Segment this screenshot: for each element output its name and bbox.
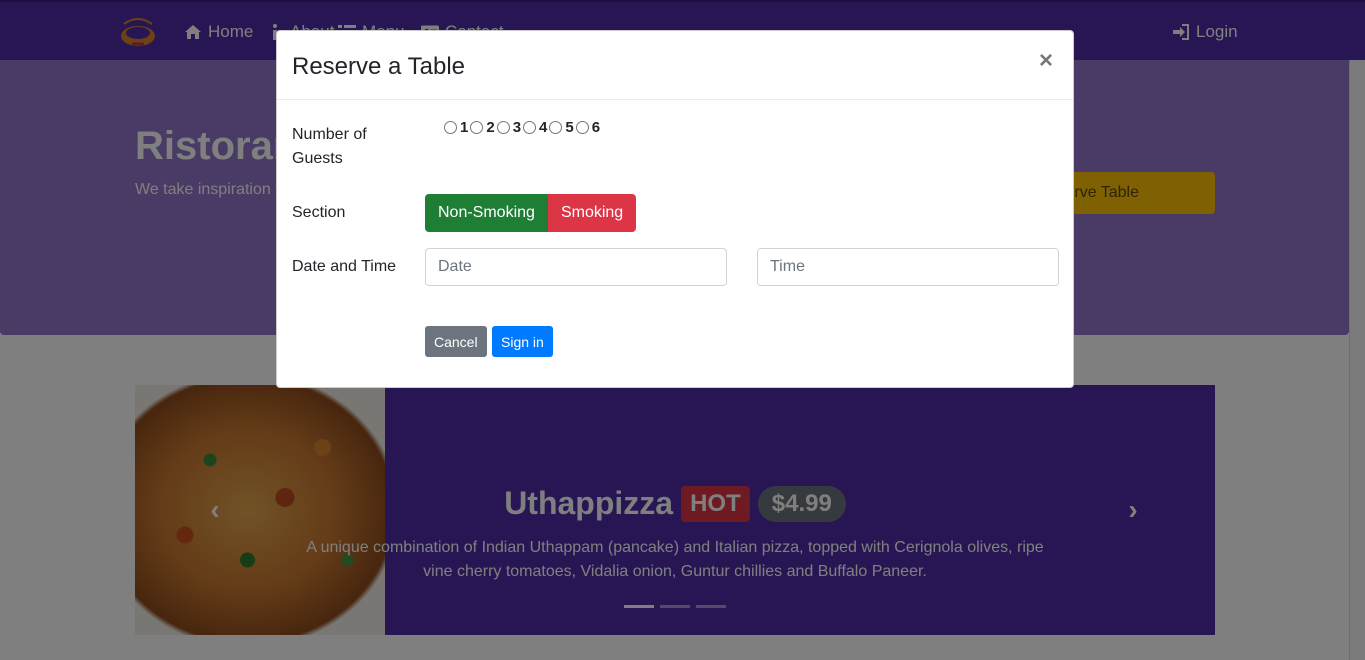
guest-option[interactable]: 4 — [523, 119, 547, 136]
radio-button[interactable] — [575, 121, 589, 134]
guest-option-label: 3 — [512, 119, 522, 136]
radio-button[interactable] — [523, 121, 537, 134]
modal-header: Reserve a Table × — [277, 31, 1073, 100]
guest-option-label: 2 — [486, 119, 495, 136]
radio-button[interactable] — [496, 121, 510, 134]
date-input[interactable] — [425, 248, 727, 286]
radio-button[interactable] — [549, 121, 563, 134]
guest-option[interactable]: 3 — [496, 119, 522, 136]
section-toggle-group: Non-Smoking Smoking — [425, 194, 637, 232]
guest-option-label: 6 — [591, 119, 601, 136]
guest-option-label: 1 — [460, 119, 469, 136]
date-time-label: Date and Time — [292, 258, 397, 275]
sign-in-button[interactable]: Sign in — [492, 326, 553, 357]
non-smoking-button[interactable]: Non-Smoking — [425, 194, 548, 232]
guest-option[interactable]: 5 — [549, 119, 574, 136]
guest-option[interactable]: 6 — [575, 119, 601, 136]
modal-title: Reserve a Table — [292, 53, 465, 80]
cancel-button[interactable]: Cancel — [425, 326, 487, 357]
section-label: Section — [292, 204, 346, 221]
guest-option[interactable]: 2 — [470, 119, 495, 136]
guest-option-label: 5 — [565, 119, 574, 136]
guests-radio-group: 1 2 3 4 5 6 — [444, 119, 600, 136]
reserve-table-modal: Reserve a Table × Number of Guests 1 2 3… — [276, 30, 1074, 388]
time-input[interactable] — [757, 248, 1059, 286]
close-icon[interactable]: × — [1039, 49, 1053, 73]
guests-label: Number of Guests — [292, 126, 367, 167]
radio-button[interactable] — [444, 121, 457, 134]
guest-option-label: 4 — [539, 119, 548, 136]
smoking-button[interactable]: Smoking — [547, 194, 637, 232]
guest-option[interactable]: 1 — [444, 119, 468, 136]
radio-button[interactable] — [470, 121, 484, 134]
